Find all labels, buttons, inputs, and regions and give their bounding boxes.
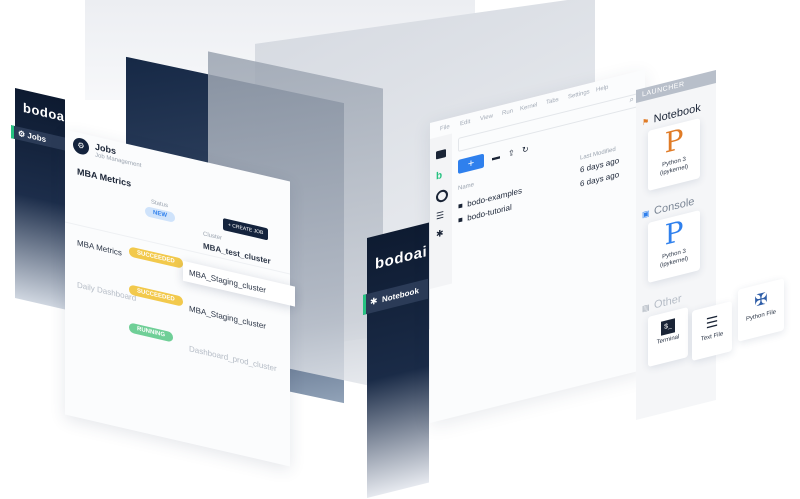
menu-help[interactable]: Help [596,85,608,94]
bodo-icon[interactable]: b [436,170,442,183]
terminal-icon: $_ [661,318,675,336]
create-job-button[interactable]: + CREATE JOB [223,218,269,241]
status-badge: SUCCEEDED [129,284,183,307]
sidebar-item-label: Notebook [382,286,419,305]
bodoai-logo: bodoai [375,242,428,274]
sidebar-item-notebook[interactable]: ✱ Notebook [363,278,428,315]
file-name: bodo-tutorial [467,202,512,223]
featured-job-name[interactable]: MBA Metrics [77,166,131,189]
status-badge: RUNNING [129,322,173,343]
menu-view[interactable]: View [480,113,493,122]
cluster-column-header: Cluster [203,231,223,242]
status-badge: SUCCEEDED [129,246,183,269]
launcher-card-text-file[interactable]: ☰ Text File [692,301,732,361]
activity-bar: b ☰ ✱ [430,133,452,289]
sidebar-item-label: Jobs [27,130,47,145]
menu-edit[interactable]: Edit [460,119,470,128]
menu-settings[interactable]: Settings [568,89,590,100]
jobs-main: ⚙ Jobs Job Management MBA Metrics Status… [65,129,295,467]
bodoai-logo: bodoai [23,99,69,126]
launcher-card-python-file[interactable]: ✠ Python File [738,278,784,342]
jobs-icon: ⚙ [73,136,89,157]
launcher-card-python3-notebook[interactable]: P Python 3 (ipykernel) [648,118,700,192]
list-icon[interactable]: ☰ [436,209,444,222]
new-launcher-button[interactable]: + [458,153,484,175]
launcher-panel: LAUNCHER ⚑ Notebook P Python 3 (ipykerne… [636,70,716,420]
folder-icon: ■ [458,214,463,226]
search-icon: ⌕ [629,94,634,105]
upload-icon[interactable]: ⇪ [508,148,515,159]
console-section-icon: ▣ [642,208,650,220]
other-section-icon: ▤ [642,302,650,314]
column-header-name[interactable]: Name [458,182,474,192]
job-row-name[interactable]: MBA Metrics [77,238,122,257]
puzzle-icon: ✱ [370,295,378,308]
jobs-sidebar: bodoai ⚙ Jobs [11,88,69,310]
refresh-icon[interactable]: ↻ [522,144,529,155]
menu-file[interactable]: File [440,124,450,132]
launcher-card-python3-console[interactable]: P Python 3 (ipykernel) [648,210,700,284]
launcher-card-terminal[interactable]: $_ Terminal [648,307,688,368]
jobs-window: bodoai ⚙ Jobs ⚙ Jobs Job Management MBA … [11,88,295,483]
menu-run[interactable]: Run [502,108,513,117]
job-row-name[interactable]: Daily Dashboard [77,280,136,303]
page-subtitle: Job Management [95,152,142,170]
new-folder-icon[interactable]: ▬ [492,152,500,163]
folder-icon[interactable] [436,149,446,160]
cluster-name: MBA_Staging_cluster [189,304,266,331]
launcher-header: LAUNCHER [636,70,716,103]
cluster-name: Dashboard_prod_cluster [189,344,277,374]
notebook-main: File Edit View Run Kernel Tabs Settings … [430,69,645,424]
menu-tabs[interactable]: Tabs [546,97,559,106]
jobs-icon: ⚙ [18,128,26,140]
running-icon[interactable] [436,188,448,204]
notebook-section-icon: ⚑ [642,116,650,128]
extension-icon[interactable]: ✱ [436,228,444,241]
menu-kernel[interactable]: Kernel [520,102,537,112]
notebook-sidebar: bodoai ✱ Notebook [363,222,429,498]
new-badge: NEW [145,206,175,223]
sidebar-item-jobs[interactable]: ⚙ Jobs [11,125,68,152]
